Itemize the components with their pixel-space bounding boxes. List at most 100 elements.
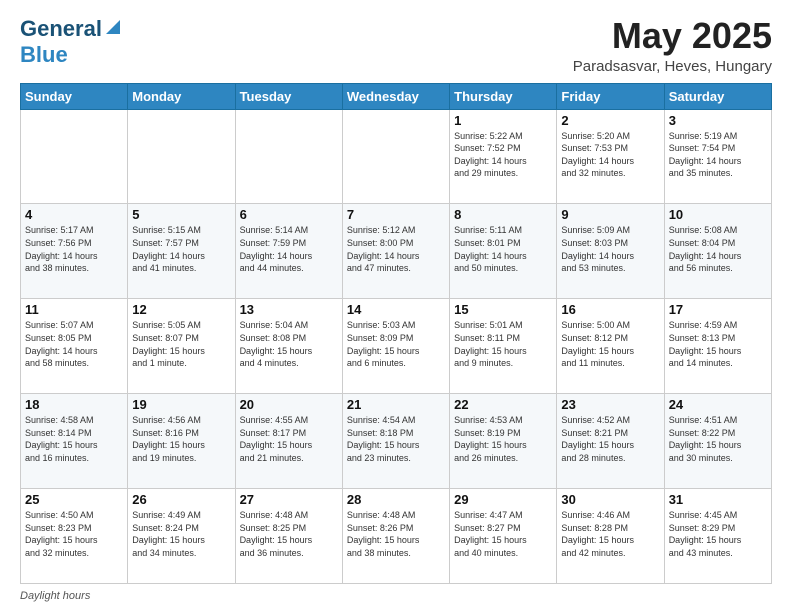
calendar-week-2: 4Sunrise: 5:17 AM Sunset: 7:56 PM Daylig… <box>21 204 772 299</box>
daylight-label: Daylight hours <box>20 590 90 602</box>
day-number: 29 <box>454 492 552 507</box>
day-number: 11 <box>25 302 123 317</box>
calendar-cell <box>21 109 128 204</box>
calendar-header-monday: Monday <box>128 83 235 109</box>
calendar-header-row: SundayMondayTuesdayWednesdayThursdayFrid… <box>21 83 772 109</box>
day-number: 18 <box>25 397 123 412</box>
calendar-cell: 3Sunrise: 5:19 AM Sunset: 7:54 PM Daylig… <box>664 109 771 204</box>
calendar-cell <box>342 109 449 204</box>
day-info: Sunrise: 4:47 AM Sunset: 8:27 PM Dayligh… <box>454 509 552 559</box>
day-info: Sunrise: 5:04 AM Sunset: 8:08 PM Dayligh… <box>240 319 338 369</box>
calendar-cell: 9Sunrise: 5:09 AM Sunset: 8:03 PM Daylig… <box>557 204 664 299</box>
day-number: 24 <box>669 397 767 412</box>
day-number: 31 <box>669 492 767 507</box>
day-info: Sunrise: 4:48 AM Sunset: 8:26 PM Dayligh… <box>347 509 445 559</box>
day-number: 8 <box>454 207 552 222</box>
day-info: Sunrise: 5:05 AM Sunset: 8:07 PM Dayligh… <box>132 319 230 369</box>
day-info: Sunrise: 4:53 AM Sunset: 8:19 PM Dayligh… <box>454 414 552 464</box>
calendar-cell <box>128 109 235 204</box>
calendar-cell: 4Sunrise: 5:17 AM Sunset: 7:56 PM Daylig… <box>21 204 128 299</box>
day-info: Sunrise: 4:48 AM Sunset: 8:25 PM Dayligh… <box>240 509 338 559</box>
day-info: Sunrise: 4:58 AM Sunset: 8:14 PM Dayligh… <box>25 414 123 464</box>
calendar-week-4: 18 Sunrise: 4:58 AM Sunset: 8:14 PM Dayli… <box>21 394 772 489</box>
calendar-header-wednesday: Wednesday <box>342 83 449 109</box>
calendar-cell: 25 Sunrise: 4:50 AM Sunset: 8:23 PM Dayli… <box>21 489 128 584</box>
calendar-cell: 10 Sunrise: 5:08 AM Sunset: 8:04 PM Dayli… <box>664 204 771 299</box>
calendar-cell: 22Sunrise: 4:53 AM Sunset: 8:19 PM Dayli… <box>450 394 557 489</box>
day-info: Sunrise: 5:22 AM Sunset: 7:52 PM Dayligh… <box>454 130 552 180</box>
calendar-cell: 26Sunrise: 4:49 AM Sunset: 8:24 PM Dayli… <box>128 489 235 584</box>
calendar-cell: 29 Sunrise: 4:47 AM Sunset: 8:27 PM Dayli… <box>450 489 557 584</box>
calendar-cell: 8 Sunrise: 5:11 AM Sunset: 8:01 PM Daylig… <box>450 204 557 299</box>
day-number: 4 <box>25 207 123 222</box>
day-number: 7 <box>347 207 445 222</box>
calendar-header-thursday: Thursday <box>450 83 557 109</box>
subtitle: Paradsasvar, Heves, Hungary <box>573 58 772 75</box>
day-info: Sunrise: 4:55 AM Sunset: 8:17 PM Dayligh… <box>240 414 338 464</box>
day-number: 16 <box>561 302 659 317</box>
day-info: Sunrise: 5:12 AM Sunset: 8:00 PM Dayligh… <box>347 224 445 274</box>
day-info: Sunrise: 4:59 AM Sunset: 8:13 PM Dayligh… <box>669 319 767 369</box>
day-number: 2 <box>561 113 659 128</box>
day-info: Sunrise: 4:45 AM Sunset: 8:29 PM Dayligh… <box>669 509 767 559</box>
day-info: Sunrise: 5:20 AM Sunset: 7:53 PM Dayligh… <box>561 130 659 180</box>
day-info: Sunrise: 5:01 AM Sunset: 8:11 PM Dayligh… <box>454 319 552 369</box>
day-number: 19 <box>132 397 230 412</box>
calendar-cell <box>235 109 342 204</box>
calendar-cell: 20 Sunrise: 4:55 AM Sunset: 8:17 PM Dayli… <box>235 394 342 489</box>
logo-triangle-icon <box>104 18 122 36</box>
title-block: May 2025 Paradsasvar, Heves, Hungary <box>573 16 772 75</box>
day-info: Sunrise: 4:49 AM Sunset: 8:24 PM Dayligh… <box>132 509 230 559</box>
calendar-cell: 15Sunrise: 5:01 AM Sunset: 8:11 PM Dayli… <box>450 299 557 394</box>
calendar-week-1: 1 Sunrise: 5:22 AM Sunset: 7:52 PM Daylig… <box>21 109 772 204</box>
calendar-cell: 24 Sunrise: 4:51 AM Sunset: 8:22 PM Dayli… <box>664 394 771 489</box>
day-info: Sunrise: 4:52 AM Sunset: 8:21 PM Dayligh… <box>561 414 659 464</box>
day-info: Sunrise: 5:07 AM Sunset: 8:05 PM Dayligh… <box>25 319 123 369</box>
calendar-cell: 27 Sunrise: 4:48 AM Sunset: 8:25 PM Dayli… <box>235 489 342 584</box>
day-info: Sunrise: 4:54 AM Sunset: 8:18 PM Dayligh… <box>347 414 445 464</box>
header: General Blue May 2025 Paradsasvar, Heves… <box>20 16 772 75</box>
calendar-cell: 18 Sunrise: 4:58 AM Sunset: 8:14 PM Dayli… <box>21 394 128 489</box>
day-info: Sunrise: 5:08 AM Sunset: 8:04 PM Dayligh… <box>669 224 767 274</box>
day-number: 23 <box>561 397 659 412</box>
day-number: 25 <box>25 492 123 507</box>
day-info: Sunrise: 4:50 AM Sunset: 8:23 PM Dayligh… <box>25 509 123 559</box>
calendar-cell: 31 Sunrise: 4:45 AM Sunset: 8:29 PM Dayli… <box>664 489 771 584</box>
calendar-week-5: 25 Sunrise: 4:50 AM Sunset: 8:23 PM Dayli… <box>21 489 772 584</box>
logo: General Blue <box>20 16 122 68</box>
calendar-header-friday: Friday <box>557 83 664 109</box>
day-number: 12 <box>132 302 230 317</box>
day-info: Sunrise: 5:15 AM Sunset: 7:57 PM Dayligh… <box>132 224 230 274</box>
day-info: Sunrise: 4:46 AM Sunset: 8:28 PM Dayligh… <box>561 509 659 559</box>
main-title: May 2025 <box>573 16 772 56</box>
calendar-header-sunday: Sunday <box>21 83 128 109</box>
calendar-cell: 7 Sunrise: 5:12 AM Sunset: 8:00 PM Daylig… <box>342 204 449 299</box>
calendar-cell: 19 Sunrise: 4:56 AM Sunset: 8:16 PM Dayli… <box>128 394 235 489</box>
day-number: 14 <box>347 302 445 317</box>
footer: Daylight hours <box>20 590 772 602</box>
day-number: 13 <box>240 302 338 317</box>
page: General Blue May 2025 Paradsasvar, Heves… <box>0 0 792 612</box>
logo-blue: Blue <box>20 42 68 67</box>
calendar-cell: 16Sunrise: 5:00 AM Sunset: 8:12 PM Dayli… <box>557 299 664 394</box>
day-number: 20 <box>240 397 338 412</box>
calendar-cell: 5Sunrise: 5:15 AM Sunset: 7:57 PM Daylig… <box>128 204 235 299</box>
day-number: 21 <box>347 397 445 412</box>
calendar-cell: 28Sunrise: 4:48 AM Sunset: 8:26 PM Dayli… <box>342 489 449 584</box>
calendar-header-tuesday: Tuesday <box>235 83 342 109</box>
calendar-cell: 23 Sunrise: 4:52 AM Sunset: 8:21 PM Dayli… <box>557 394 664 489</box>
day-info: Sunrise: 4:51 AM Sunset: 8:22 PM Dayligh… <box>669 414 767 464</box>
calendar-cell: 13 Sunrise: 5:04 AM Sunset: 8:08 PM Dayli… <box>235 299 342 394</box>
day-number: 27 <box>240 492 338 507</box>
day-info: Sunrise: 5:11 AM Sunset: 8:01 PM Dayligh… <box>454 224 552 274</box>
day-info: Sunrise: 5:19 AM Sunset: 7:54 PM Dayligh… <box>669 130 767 180</box>
day-number: 1 <box>454 113 552 128</box>
day-info: Sunrise: 5:14 AM Sunset: 7:59 PM Dayligh… <box>240 224 338 274</box>
calendar-cell: 30Sunrise: 4:46 AM Sunset: 8:28 PM Dayli… <box>557 489 664 584</box>
calendar-cell: 2 Sunrise: 5:20 AM Sunset: 7:53 PM Daylig… <box>557 109 664 204</box>
day-info: Sunrise: 4:56 AM Sunset: 8:16 PM Dayligh… <box>132 414 230 464</box>
day-number: 10 <box>669 207 767 222</box>
day-number: 6 <box>240 207 338 222</box>
calendar-cell: 6 Sunrise: 5:14 AM Sunset: 7:59 PM Daylig… <box>235 204 342 299</box>
calendar-cell: 12 Sunrise: 5:05 AM Sunset: 8:07 PM Dayli… <box>128 299 235 394</box>
